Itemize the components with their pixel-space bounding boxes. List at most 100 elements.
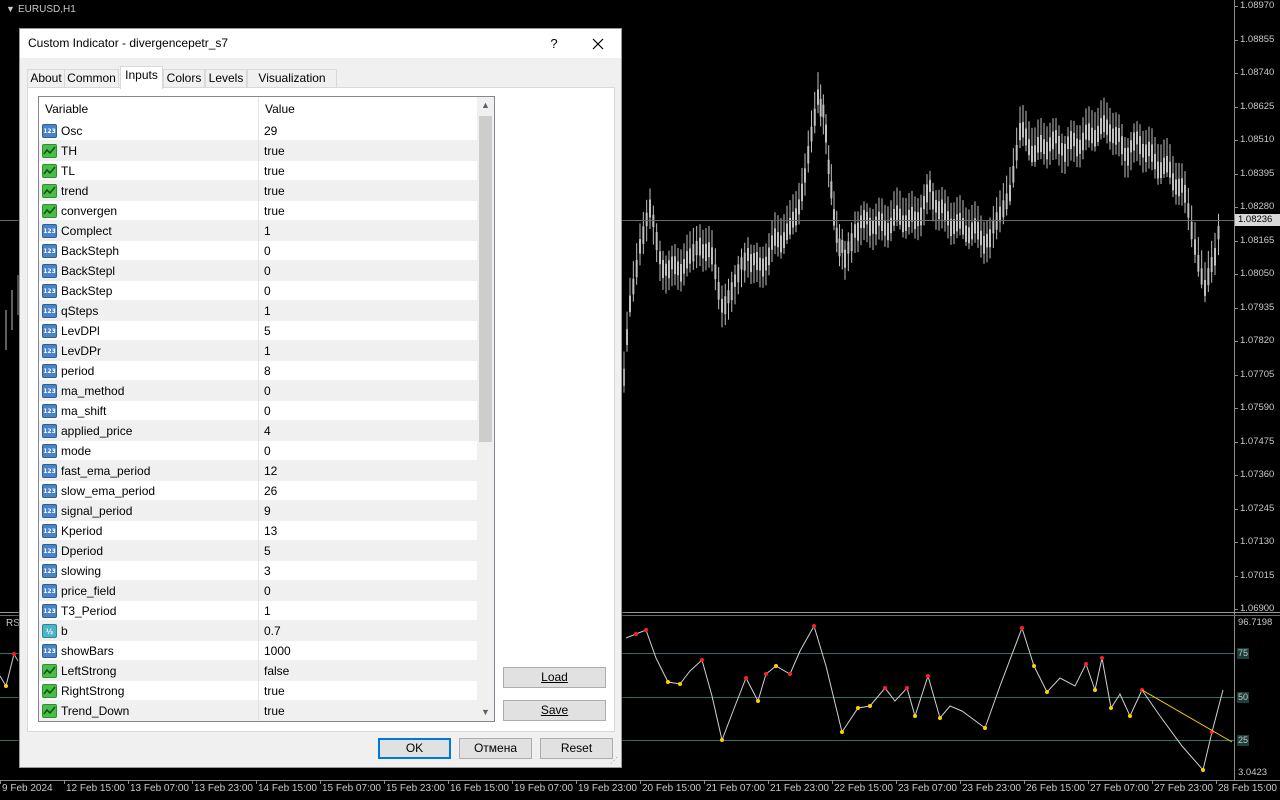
scroll-down-arrow-icon[interactable]: ▼ bbox=[477, 704, 494, 721]
save-button[interactable]: Save bbox=[503, 700, 606, 721]
value-cell[interactable]: true bbox=[259, 701, 477, 721]
scroll-up-arrow-icon[interactable]: ▲ bbox=[477, 97, 494, 114]
help-button[interactable]: ? bbox=[541, 32, 567, 56]
int-type-icon: 123 bbox=[42, 564, 57, 578]
ok-button[interactable]: OK bbox=[378, 738, 451, 759]
grid-row[interactable]: LeftStrong false bbox=[39, 661, 477, 681]
value-cell[interactable]: 0 bbox=[259, 581, 477, 601]
grid-row[interactable]: 123 price_field 0 bbox=[39, 581, 477, 601]
resize-grip-icon[interactable]: ⋰ bbox=[610, 756, 620, 766]
grid-row[interactable]: TH true bbox=[39, 141, 477, 161]
value-cell[interactable]: 1 bbox=[259, 221, 477, 241]
dialog-titlebar[interactable]: Custom Indicator - divergencepetr_s7 ? bbox=[20, 29, 621, 58]
value-cell[interactable]: 13 bbox=[259, 521, 477, 541]
candle-body bbox=[734, 274, 736, 287]
time-label: 13 Feb 07:00 bbox=[130, 783, 189, 794]
grid-row[interactable]: 123 fast_ema_period 12 bbox=[39, 461, 477, 481]
price-label: 1.08510 bbox=[1240, 134, 1275, 145]
candle-body bbox=[1064, 143, 1066, 162]
grid-row[interactable]: 123 BackStep 0 bbox=[39, 281, 477, 301]
reset-button[interactable]: Reset bbox=[540, 738, 613, 759]
grid-row[interactable]: 123 showBars 1000 bbox=[39, 641, 477, 661]
column-header-variable[interactable]: Variable bbox=[39, 97, 259, 121]
time-label: 15 Feb 23:00 bbox=[386, 783, 445, 794]
grid-row[interactable]: 123 BackStepl 0 bbox=[39, 261, 477, 281]
value-cell[interactable]: 0 bbox=[259, 281, 477, 301]
tab-about[interactable]: About bbox=[27, 69, 65, 88]
load-button[interactable]: Load bbox=[503, 667, 606, 688]
value-cell[interactable]: 1 bbox=[259, 601, 477, 621]
value-cell[interactable]: 0.7 bbox=[259, 621, 477, 641]
value-cell[interactable]: 0 bbox=[259, 441, 477, 461]
grid-row[interactable]: convergen true bbox=[39, 201, 477, 221]
value-cell[interactable]: 5 bbox=[259, 541, 477, 561]
close-button[interactable] bbox=[583, 32, 613, 56]
scroll-thumb[interactable] bbox=[479, 116, 492, 442]
variable-name: showBars bbox=[61, 644, 114, 658]
value-cell[interactable]: false bbox=[259, 661, 477, 681]
grid-scrollbar[interactable]: ▲ ▼ bbox=[477, 97, 494, 721]
value-cell[interactable]: true bbox=[259, 141, 477, 161]
candle-body bbox=[1009, 184, 1011, 202]
value-cell[interactable]: 5 bbox=[259, 321, 477, 341]
value-cell[interactable]: 26 bbox=[259, 481, 477, 501]
tab-visualization[interactable]: Visualization bbox=[247, 69, 337, 88]
grid-row[interactable]: 123 Kperiod 13 bbox=[39, 521, 477, 541]
grid-row[interactable]: ½ b 0.7 bbox=[39, 621, 477, 641]
value-cell[interactable]: true bbox=[259, 181, 477, 201]
value-cell[interactable]: 4 bbox=[259, 421, 477, 441]
value-cell[interactable]: 0 bbox=[259, 261, 477, 281]
grid-row[interactable]: 123 ma_method 0 bbox=[39, 381, 477, 401]
grid-row[interactable]: trend true bbox=[39, 181, 477, 201]
grid-row[interactable]: 123 period 8 bbox=[39, 361, 477, 381]
grid-row[interactable]: 123 Osc 29 bbox=[39, 121, 477, 141]
candle-body bbox=[1184, 184, 1186, 203]
candle-body bbox=[762, 258, 764, 277]
column-header-value[interactable]: Value bbox=[259, 97, 477, 121]
grid-row[interactable]: 123 qSteps 1 bbox=[39, 301, 477, 321]
grid-row[interactable]: RightStrong true bbox=[39, 681, 477, 701]
candle-body bbox=[854, 224, 856, 238]
inputs-grid[interactable]: Variable Value 123 Osc 29 TH true TL true trend… bbox=[38, 96, 495, 722]
grid-row[interactable]: 123 T3_Period 1 bbox=[39, 601, 477, 621]
grid-row[interactable]: 123 slowing 3 bbox=[39, 561, 477, 581]
value-cell[interactable]: true bbox=[259, 161, 477, 181]
tab-common[interactable]: Common bbox=[64, 69, 119, 88]
value-cell[interactable]: 29 bbox=[259, 121, 477, 141]
grid-row[interactable]: 123 LevDPr 1 bbox=[39, 341, 477, 361]
tab-inputs[interactable]: Inputs bbox=[120, 66, 163, 89]
grid-row[interactable]: 123 ma_shift 0 bbox=[39, 401, 477, 421]
grid-row[interactable]: 123 BackSteph 0 bbox=[39, 241, 477, 261]
candle-body bbox=[1160, 162, 1162, 179]
grid-row[interactable]: 123 slow_ema_period 26 bbox=[39, 481, 477, 501]
grid-row[interactable]: 123 Complect 1 bbox=[39, 221, 477, 241]
value-cell[interactable]: 1 bbox=[259, 341, 477, 361]
value-cell[interactable]: 0 bbox=[259, 241, 477, 261]
candle-body bbox=[983, 235, 985, 254]
candle-body bbox=[1073, 132, 1075, 147]
variable-cell: 123 mode bbox=[39, 441, 259, 461]
value-cell[interactable]: 9 bbox=[259, 501, 477, 521]
cancel-button[interactable]: Отмена bbox=[459, 738, 532, 759]
value-cell[interactable]: true bbox=[259, 201, 477, 221]
candle-body bbox=[626, 329, 628, 345]
value-cell[interactable]: 0 bbox=[259, 381, 477, 401]
tab-colors[interactable]: Colors bbox=[163, 69, 205, 88]
grid-row[interactable]: 123 applied_price 4 bbox=[39, 421, 477, 441]
value-cell[interactable]: 8 bbox=[259, 361, 477, 381]
price-scale[interactable] bbox=[1234, 0, 1280, 780]
grid-row[interactable]: 123 signal_period 9 bbox=[39, 501, 477, 521]
grid-row[interactable]: 123 LevDPl 5 bbox=[39, 321, 477, 341]
tab-levels[interactable]: Levels bbox=[205, 69, 247, 88]
price-label: 1.07820 bbox=[1240, 335, 1275, 346]
grid-row[interactable]: Trend_Down true bbox=[39, 701, 477, 721]
value-cell[interactable]: 1 bbox=[259, 301, 477, 321]
value-cell[interactable]: 3 bbox=[259, 561, 477, 581]
grid-row[interactable]: 123 mode 0 bbox=[39, 441, 477, 461]
grid-row[interactable]: TL true bbox=[39, 161, 477, 181]
value-cell[interactable]: 1000 bbox=[259, 641, 477, 661]
grid-row[interactable]: 123 Dperiod 5 bbox=[39, 541, 477, 561]
value-cell[interactable]: 0 bbox=[259, 401, 477, 421]
value-cell[interactable]: true bbox=[259, 681, 477, 701]
value-cell[interactable]: 12 bbox=[259, 461, 477, 481]
